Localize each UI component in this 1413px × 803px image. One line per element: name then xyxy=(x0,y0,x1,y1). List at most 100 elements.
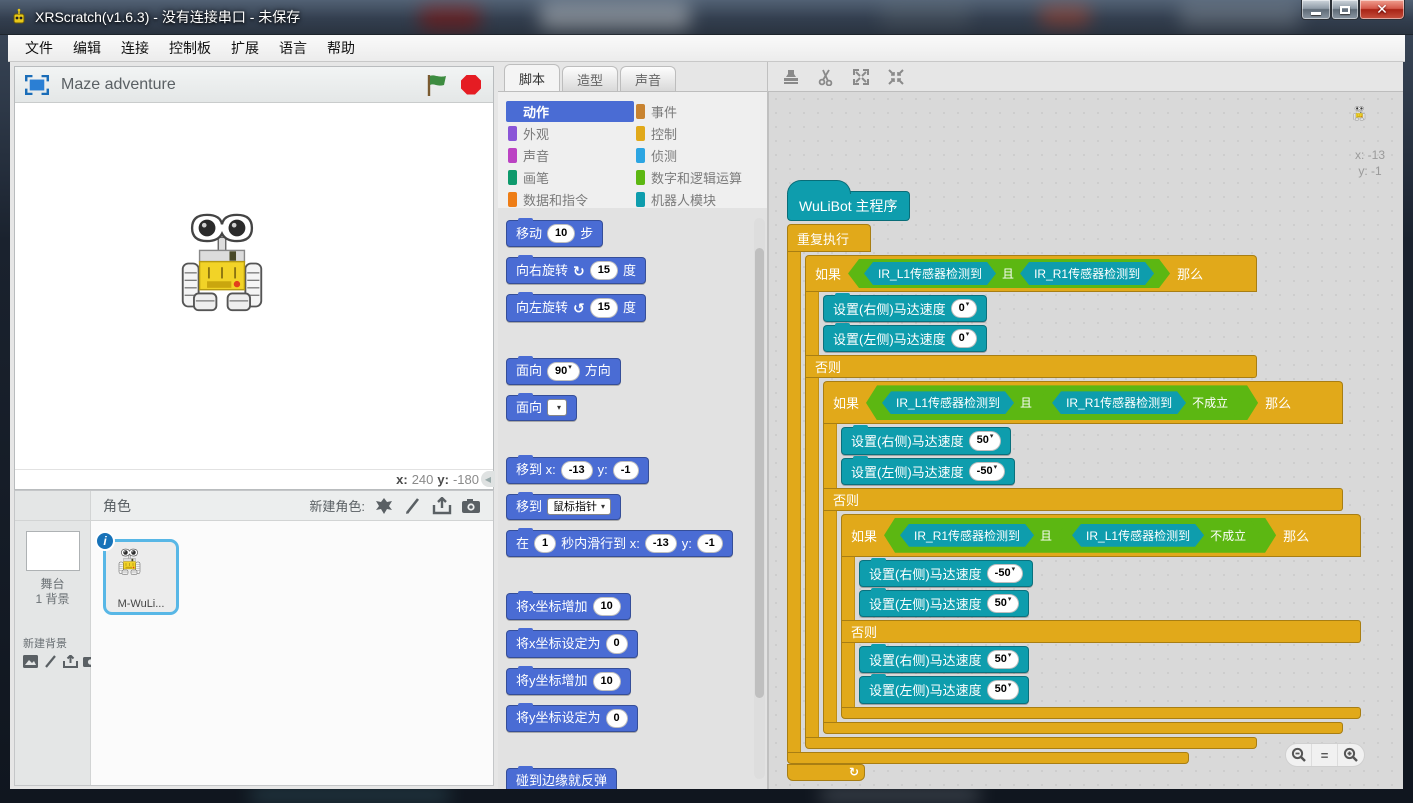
value-input[interactable]: 1 xyxy=(534,534,556,553)
if-else-block-1[interactable]: 如果 IR_L1传感器检测到 且 IR_R1传感器检测到 那么 xyxy=(805,255,1361,749)
palette-scrollbar-thumb[interactable] xyxy=(755,248,764,698)
set-right-motor-block[interactable]: 设置(右侧)马达速度 -50▾ xyxy=(859,560,1033,587)
if-else-block-3[interactable]: 如果 IR_R1传感器检测到 且 IR_L1传感器检测到 xyxy=(841,514,1361,719)
palette-block-2[interactable]: 向左旋转↺15度 xyxy=(506,294,646,321)
menu-board[interactable]: 控制板 xyxy=(160,35,220,61)
category-控制[interactable]: 控制 xyxy=(634,123,762,144)
set-right-motor-block[interactable]: 设置(右侧)马达速度 50▾ xyxy=(841,427,1011,454)
grow-icon[interactable] xyxy=(852,68,870,86)
sprite-list[interactable]: i M-WuLi... xyxy=(91,521,493,785)
collapse-stage-button[interactable]: ◀ xyxy=(481,471,495,487)
script-stack[interactable]: WuLiBot 主程序 重复执行 如果 xyxy=(787,178,1361,781)
value-input[interactable]: 15 xyxy=(590,298,618,317)
value-input[interactable]: 15 xyxy=(590,261,618,280)
stamp-icon[interactable] xyxy=(782,68,800,86)
set-left-motor-block[interactable]: 设置(左侧)马达速度 -50▾ xyxy=(841,458,1015,485)
palette-block-7[interactable]: 在1秒内滑行到 x:-13y:-1 xyxy=(506,530,733,557)
sensor-ir-l1[interactable]: IR_L1传感器检测到 xyxy=(882,391,1014,414)
value-input[interactable]: -13 xyxy=(561,461,593,480)
not-operator[interactable]: IR_R1传感器检测到 不成立 xyxy=(1038,388,1242,417)
palette-block-5[interactable]: 移到 x:-13y:-1 xyxy=(506,457,649,484)
category-数据和指令[interactable]: 数据和指令 xyxy=(506,189,634,210)
script-canvas[interactable]: x: -13 y: -1 WuLiBot 主程序 重复执行 xyxy=(768,92,1403,789)
close-button[interactable]: ✕ xyxy=(1359,0,1405,20)
set-left-motor-block[interactable]: 设置(左侧)马达速度 0▾ xyxy=(823,325,987,352)
sensor-ir-l1[interactable]: IR_L1传感器检测到 xyxy=(1072,524,1204,547)
palette-block-9[interactable]: 将x坐标设定为0 xyxy=(506,630,638,657)
menu-extensions[interactable]: 扩展 xyxy=(222,35,268,61)
palette-block-0[interactable]: 移动10步 xyxy=(506,220,603,247)
category-画笔[interactable]: 画笔 xyxy=(506,167,634,188)
not-operator[interactable]: IR_L1传感器检测到 不成立 xyxy=(1058,521,1260,550)
sensor-ir-r1[interactable]: IR_R1传感器检测到 xyxy=(1020,262,1154,285)
green-flag-button[interactable] xyxy=(425,73,449,97)
sprite-info-badge[interactable]: i xyxy=(95,531,115,551)
value-input[interactable]: 0 xyxy=(606,634,628,653)
title-bar[interactable]: XRScratch(v1.6.3) - 没有连接串口 - 未保存 ✕ xyxy=(0,0,1413,35)
palette-block-4[interactable]: 面向▾ xyxy=(506,395,577,421)
tab-2[interactable]: 声音 xyxy=(620,66,676,91)
palette-block-11[interactable]: 将y坐标设定为0 xyxy=(506,705,638,732)
scissors-icon[interactable] xyxy=(817,68,835,86)
tab-0[interactable]: 脚本 xyxy=(504,64,560,91)
category-机器人模块[interactable]: 机器人模块 xyxy=(634,189,762,210)
minimize-button[interactable] xyxy=(1301,0,1331,20)
menu-file[interactable]: 文件 xyxy=(16,35,62,61)
value-input[interactable]: 10 xyxy=(593,597,621,616)
menu-help[interactable]: 帮助 xyxy=(318,35,364,61)
zoom-out-button[interactable] xyxy=(1286,744,1312,766)
zoom-in-button[interactable] xyxy=(1338,744,1364,766)
palette-block-8[interactable]: 将x坐标增加10 xyxy=(506,593,631,620)
tab-1[interactable]: 造型 xyxy=(562,66,618,91)
hat-block-wulibot-main[interactable]: WuLiBot 主程序 xyxy=(787,191,910,221)
zoom-reset-button[interactable]: = xyxy=(1312,744,1338,766)
set-right-motor-block[interactable]: 设置(右侧)马达速度 50▾ xyxy=(859,646,1029,673)
camera-sprite-icon[interactable] xyxy=(461,497,481,515)
paint-backdrop-icon[interactable] xyxy=(43,655,58,668)
upload-sprite-icon[interactable] xyxy=(432,497,452,515)
palette-block-10[interactable]: 将y坐标增加10 xyxy=(506,668,631,695)
and-operator[interactable]: IR_L1传感器检测到 且 IR_R1传感器检测到 不成立 xyxy=(866,385,1258,420)
sensor-ir-r1[interactable]: IR_R1传感器检测到 xyxy=(900,524,1034,547)
menu-edit[interactable]: 编辑 xyxy=(64,35,110,61)
value-input[interactable]: -1 xyxy=(613,461,639,480)
palette-block-6[interactable]: 移到鼠标指针▾ xyxy=(506,494,621,520)
backdrop-library-icon[interactable] xyxy=(23,655,38,668)
paint-new-sprite-icon[interactable] xyxy=(403,497,423,515)
category-动作[interactable]: 动作 xyxy=(506,101,634,122)
project-title[interactable]: Maze adventure xyxy=(61,76,415,94)
category-数字和逻辑运算[interactable]: 数字和逻辑运算 xyxy=(634,167,762,188)
category-事件[interactable]: 事件 xyxy=(634,101,762,122)
if-else-block-2[interactable]: 如果 IR_L1传感器检测到 且 IR_R1传感器检测到 不成立 xyxy=(823,381,1361,733)
upload-backdrop-icon[interactable] xyxy=(63,655,78,668)
menu-language[interactable]: 语言 xyxy=(270,35,316,61)
stage-sprite-walle[interactable] xyxy=(179,211,265,316)
set-right-motor-block[interactable]: 设置(右侧)马达速度 0▾ xyxy=(823,295,987,322)
and-operator[interactable]: IR_L1传感器检测到 且 IR_R1传感器检测到 xyxy=(848,259,1170,288)
sprite-tile-selected[interactable]: i M-WuLi... xyxy=(103,539,179,615)
value-input[interactable]: 90▾ xyxy=(547,362,580,381)
new-sprite-library-icon[interactable] xyxy=(374,497,394,515)
maximize-button[interactable] xyxy=(1331,0,1359,20)
value-input[interactable]: 0 xyxy=(606,709,628,728)
palette-block-3[interactable]: 面向90▾方向 xyxy=(506,358,621,385)
sensor-ir-r1[interactable]: IR_R1传感器检测到 xyxy=(1052,391,1186,414)
and-operator[interactable]: IR_R1传感器检测到 且 IR_L1传感器检测到 不成立 xyxy=(884,518,1276,553)
sensor-ir-l1[interactable]: IR_L1传感器检测到 xyxy=(864,262,996,285)
stage-thumbnail[interactable] xyxy=(26,531,80,571)
palette-block-12[interactable]: 碰到边缘就反弹 xyxy=(506,768,617,789)
stop-button[interactable] xyxy=(459,73,483,97)
menu-connect[interactable]: 连接 xyxy=(112,35,158,61)
shrink-icon[interactable] xyxy=(887,68,905,86)
stage-canvas[interactable] xyxy=(15,103,493,469)
dropdown[interactable]: 鼠标指针▾ xyxy=(547,498,611,515)
category-侦测[interactable]: 侦测 xyxy=(634,145,762,166)
dropdown[interactable]: ▾ xyxy=(547,399,567,416)
fullscreen-icon[interactable] xyxy=(25,75,49,95)
value-input[interactable]: 10 xyxy=(593,672,621,691)
forever-block[interactable]: 重复执行 如果 IR_L1传感器检测到 xyxy=(787,224,1361,781)
value-input[interactable]: -1 xyxy=(697,534,723,553)
palette-block-1[interactable]: 向右旋转↻15度 xyxy=(506,257,646,284)
value-input[interactable]: 10 xyxy=(547,224,575,243)
set-left-motor-block[interactable]: 设置(左侧)马达速度 50▾ xyxy=(859,590,1029,617)
